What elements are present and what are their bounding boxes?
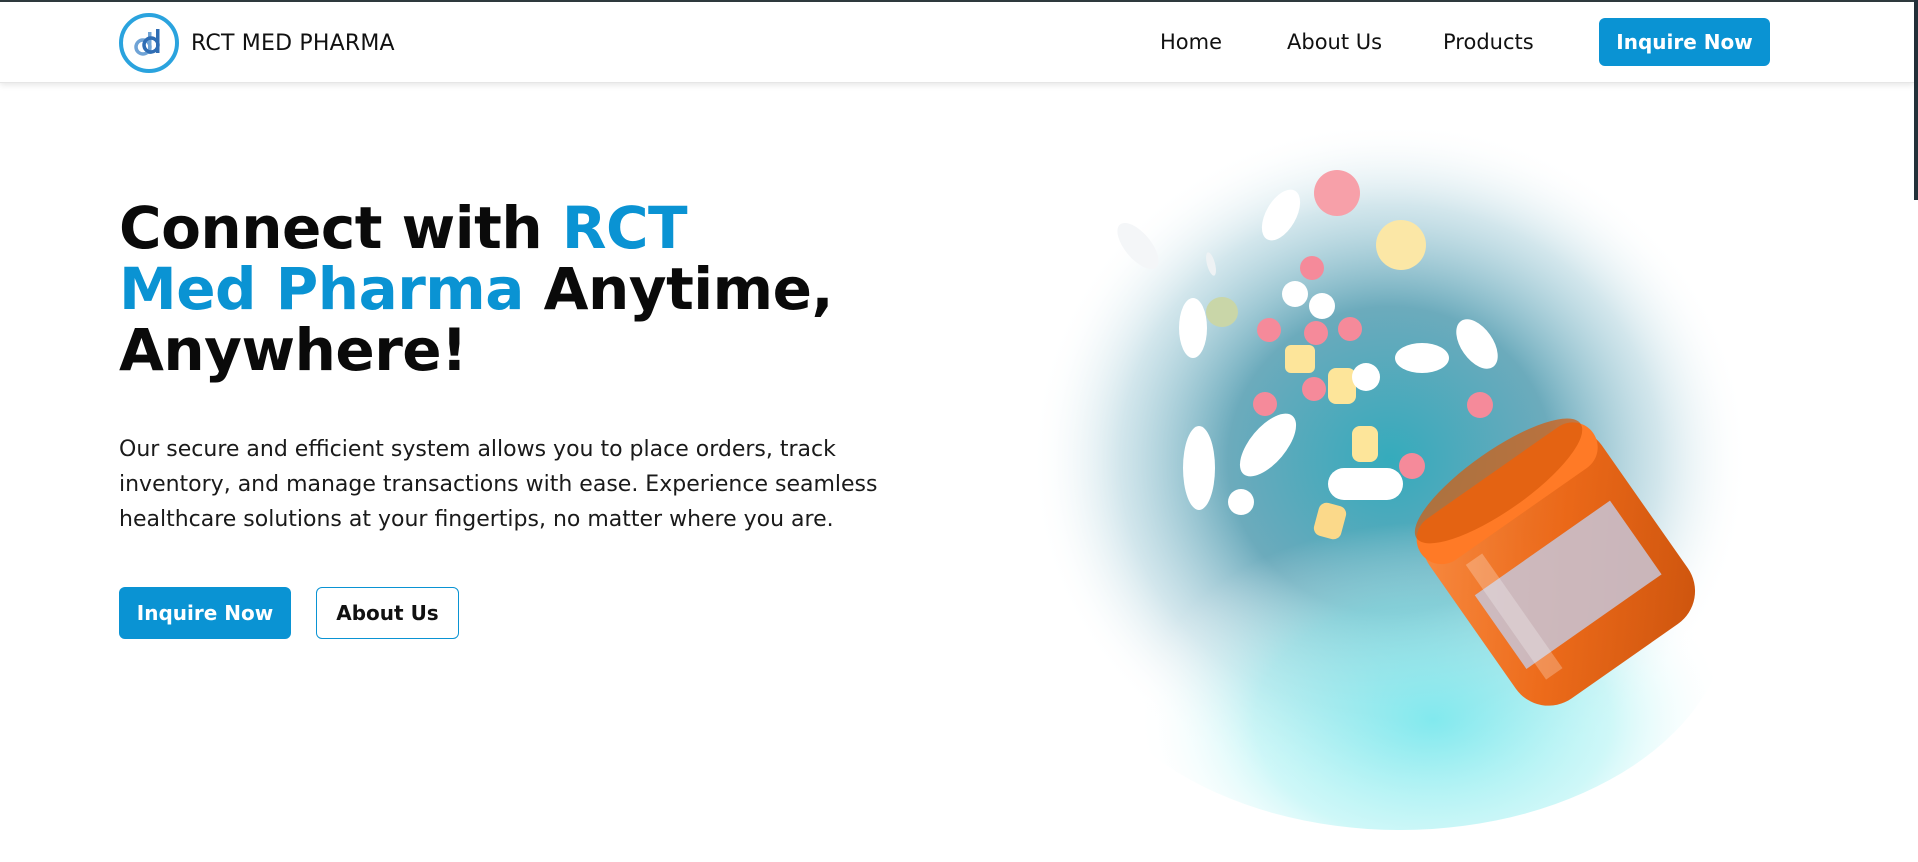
site-header: RCT MED PHARMA Home About Us Products In… xyxy=(0,2,1914,83)
brand-name: RCT MED PHARMA xyxy=(191,30,395,56)
brand[interactable]: RCT MED PHARMA xyxy=(119,12,395,74)
nav-link-home[interactable]: Home xyxy=(1160,30,1222,54)
header-inquire-now-button[interactable]: Inquire Now xyxy=(1599,18,1770,66)
hero-inquire-now-button[interactable]: Inquire Now xyxy=(119,587,291,639)
scrollbar-thumb[interactable] xyxy=(1914,0,1918,200)
nav-link-about-us[interactable]: About Us xyxy=(1287,30,1382,54)
hero-about-us-button[interactable]: About Us xyxy=(316,587,459,639)
nav-link-products[interactable]: Products xyxy=(1443,30,1534,54)
hero-title-part1: Connect with xyxy=(119,194,562,262)
hero-description: Our secure and efficient system allows y… xyxy=(119,437,878,532)
logo-icon xyxy=(119,13,179,73)
hero-title: Connect with RCT Med Pharma Anytime, Any… xyxy=(119,198,839,381)
pill-bottle-illustration-icon xyxy=(1000,120,1800,850)
